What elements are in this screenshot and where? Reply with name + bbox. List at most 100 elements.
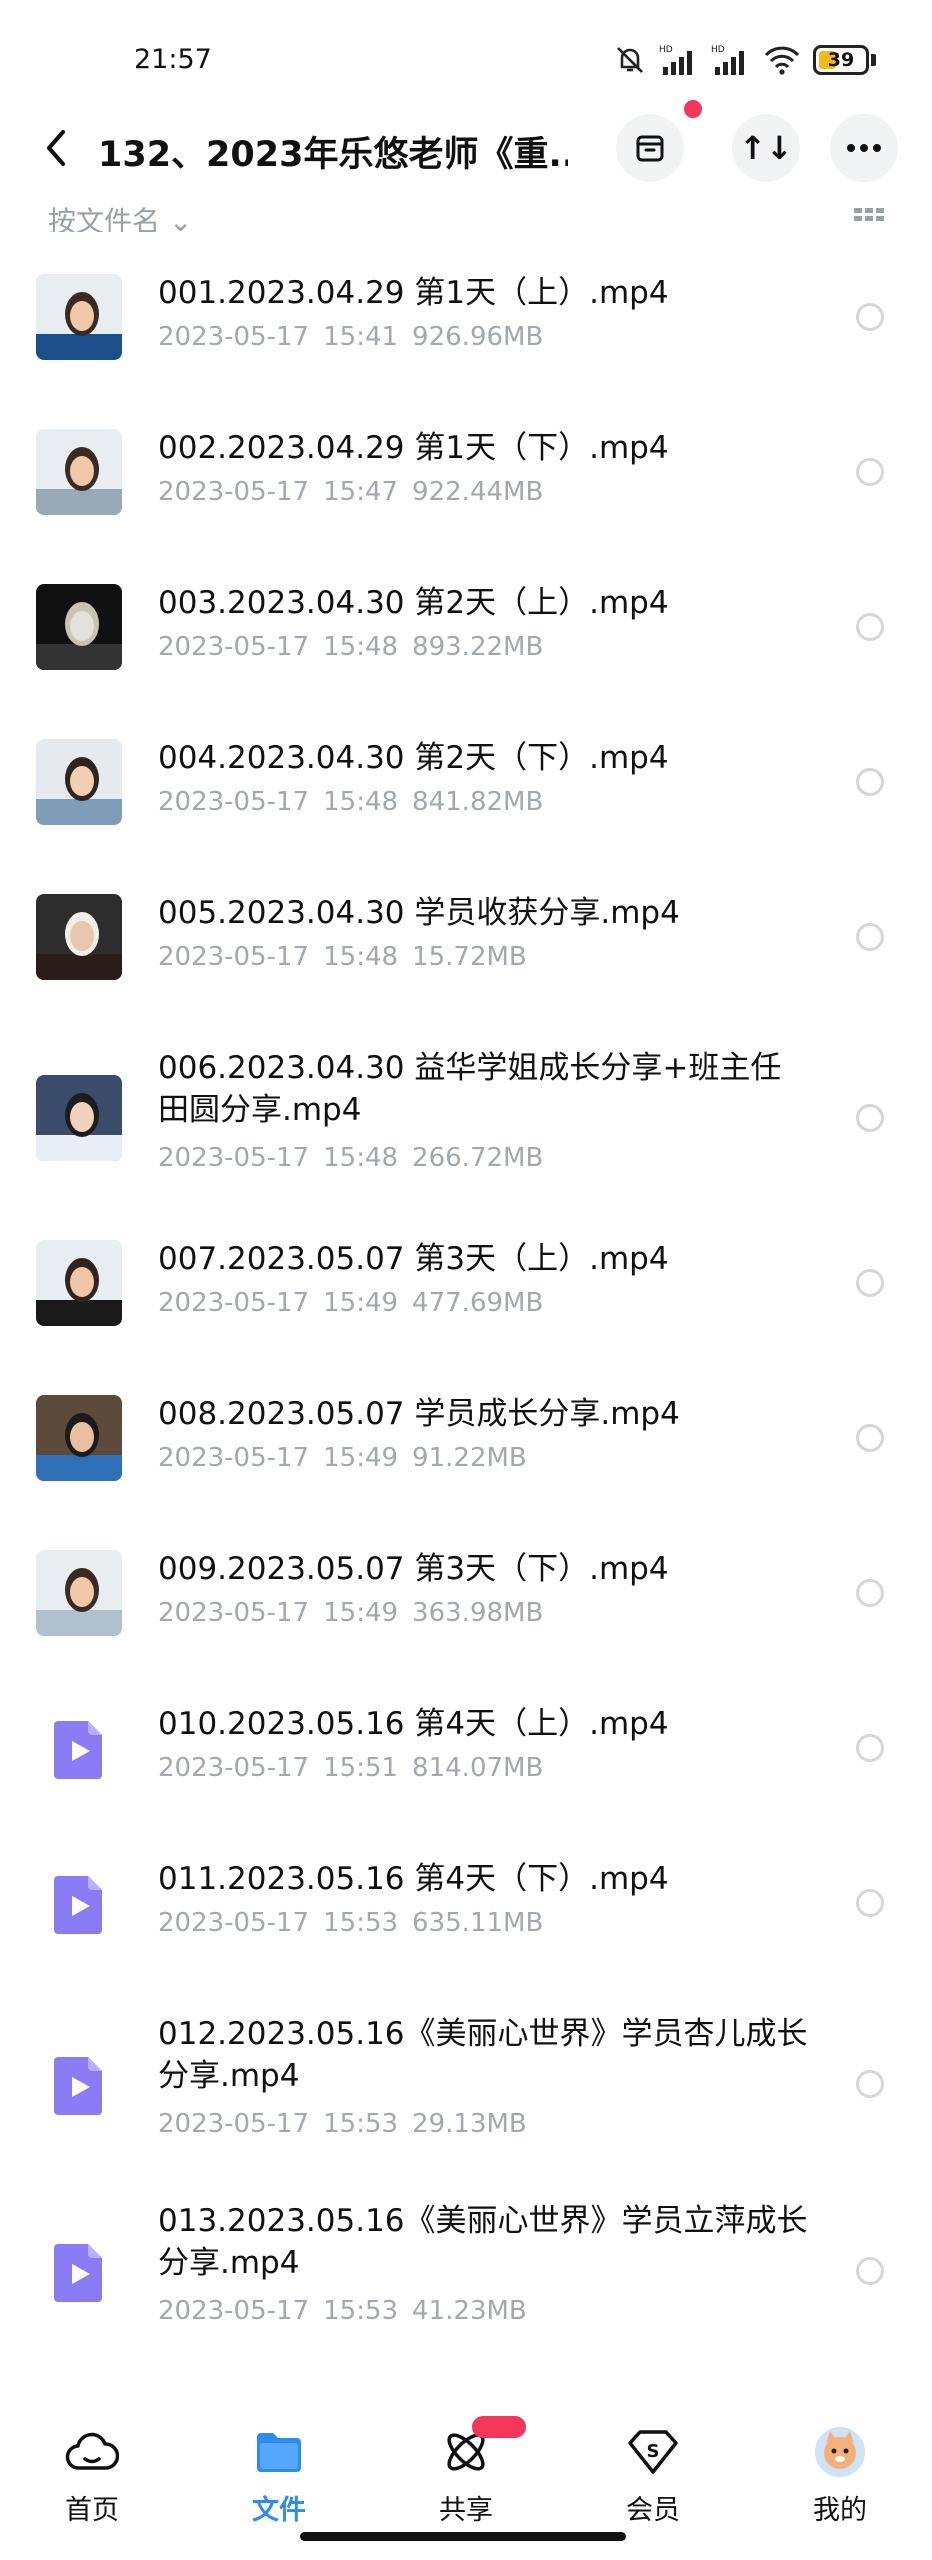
select-radio[interactable] xyxy=(856,1269,884,1297)
select-radio[interactable] xyxy=(856,613,884,641)
list-item[interactable]: 003.2023.04.30 第2天（上）.mp4 2023-05-17 15:48… xyxy=(0,560,932,715)
select-radio[interactable] xyxy=(856,923,884,951)
nav-label: 我的 xyxy=(813,2495,867,2526)
list-item[interactable]: 004.2023.04.30 第2天（下）.mp4 2023-05-17 15:48… xyxy=(0,715,932,870)
file-date: 2023-05-17 xyxy=(158,2109,310,2139)
select-radio[interactable] xyxy=(856,1734,884,1762)
battery-icon: 39 xyxy=(813,45,876,75)
file-size: 922.44MB xyxy=(412,477,544,507)
select-radio[interactable] xyxy=(856,2070,884,2098)
file-meta: 2023-05-17 15:53 29.13MB xyxy=(158,2109,527,2139)
status-bar: 21:57 HD HD 39 xyxy=(0,0,932,120)
back-button[interactable] xyxy=(30,122,82,174)
list-item[interactable]: 013.2023.05.16《美丽心世界》学员立萍成长分享.mp4 2023-05… xyxy=(0,2178,932,2364)
page-title: 132、2023年乐悠老师《重... xyxy=(98,135,568,175)
select-radio[interactable] xyxy=(856,1889,884,1917)
file-date: 2023-05-17 xyxy=(158,477,310,507)
file-name: 009.2023.05.07 第3天（下）.mp4 xyxy=(158,1551,669,1587)
nav-label: 首页 xyxy=(65,2495,119,2526)
video-thumbnail-image xyxy=(36,584,122,670)
file-name: 003.2023.04.30 第2天（上）.mp4 xyxy=(158,585,669,621)
file-meta: 2023-05-17 15:49 477.69MB xyxy=(158,1288,543,1318)
file-name: 006.2023.04.30 益华学姐成长分享+班主任田圆分享.mp4 xyxy=(158,1050,782,1128)
file-name: 001.2023.04.29 第1天（上）.mp4 xyxy=(158,275,669,311)
file-size: 635.11MB xyxy=(412,1908,544,1938)
header: 132、2023年乐悠老师《重... ↑↓ xyxy=(0,110,932,190)
file-time: 15:53 xyxy=(323,1908,399,1938)
file-meta: 2023-05-17 15:41 926.96MB xyxy=(158,322,543,352)
nav-vip[interactable]: S 会员 xyxy=(593,2424,713,2527)
share-badge xyxy=(472,2416,526,2438)
nav-me[interactable]: 我的 xyxy=(780,2424,900,2527)
video-file-icon xyxy=(36,1860,122,1946)
video-thumbnail-image xyxy=(36,894,122,980)
file-name: 013.2023.05.16《美丽心世界》学员立萍成长分享.mp4 xyxy=(158,2203,808,2281)
video-thumbnail-image xyxy=(36,1240,122,1326)
archive-icon xyxy=(636,135,664,162)
status-time: 21:57 xyxy=(134,44,212,75)
cloud-home-icon xyxy=(62,2424,122,2480)
archive-button[interactable] xyxy=(616,114,684,182)
select-radio[interactable] xyxy=(856,458,884,486)
file-size: 15.72MB xyxy=(412,942,527,972)
file-meta: 2023-05-17 15:48 841.82MB xyxy=(158,787,543,817)
list-item[interactable]: 001.2023.04.29 第1天（上）.mp4 2023-05-17 15:41… xyxy=(0,250,932,405)
video-thumbnail-image xyxy=(36,429,122,515)
list-item[interactable]: 002.2023.04.29 第1天（下）.mp4 2023-05-17 15:47… xyxy=(0,405,932,560)
list-item[interactable]: 008.2023.05.07 学员成长分享.mp4 2023-05-17 15:49… xyxy=(0,1371,932,1526)
select-radio[interactable] xyxy=(856,2257,884,2285)
video-file-icon xyxy=(36,2228,122,2314)
sort-by-name-dropdown[interactable]: 按文件名 ⌄ xyxy=(48,200,192,232)
video-thumbnail-image xyxy=(36,739,122,825)
file-time: 15:48 xyxy=(323,632,399,662)
file-date: 2023-05-17 xyxy=(158,787,310,817)
svg-text:HD: HD xyxy=(659,45,673,55)
sort-button[interactable]: ↑↓ xyxy=(732,114,800,182)
more-button[interactable] xyxy=(830,114,898,182)
select-radio[interactable] xyxy=(856,768,884,796)
file-size: 814.07MB xyxy=(412,1753,544,1783)
file-size: 926.96MB xyxy=(412,322,544,352)
video-file-icon xyxy=(36,1705,122,1791)
video-thumbnail-image xyxy=(36,1395,122,1481)
file-date: 2023-05-17 xyxy=(158,1443,310,1473)
file-time: 15:51 xyxy=(323,1753,399,1783)
more-icon xyxy=(847,144,881,152)
list-item[interactable]: 011.2023.05.16 第4天（下）.mp4 2023-05-17 15:53… xyxy=(0,1836,932,1991)
file-date: 2023-05-17 xyxy=(158,322,310,352)
select-radio[interactable] xyxy=(856,1424,884,1452)
vip-diamond-icon: S xyxy=(623,2424,683,2480)
select-radio[interactable] xyxy=(856,303,884,331)
file-time: 15:53 xyxy=(323,2109,399,2139)
file-meta: 2023-05-17 15:53 41.23MB xyxy=(158,2296,527,2326)
svg-text:S: S xyxy=(647,2441,660,2462)
grid-view-icon[interactable] xyxy=(854,208,884,222)
nav-share[interactable]: 共享 xyxy=(406,2416,526,2527)
list-item[interactable]: 007.2023.05.07 第3天（上）.mp4 2023-05-17 15:49… xyxy=(0,1216,932,1371)
sort-icon: ↑↓ xyxy=(739,129,793,167)
file-name: 011.2023.05.16 第4天（下）.mp4 xyxy=(158,1861,669,1897)
nav-label: 文件 xyxy=(252,2495,306,2526)
list-item[interactable]: 005.2023.04.30 学员收获分享.mp4 2023-05-17 15:48… xyxy=(0,870,932,1025)
notification-dot xyxy=(684,100,702,118)
list-item[interactable]: 010.2023.05.16 第4天（上）.mp4 2023-05-17 15:51… xyxy=(0,1681,932,1836)
list-item[interactable]: 006.2023.04.30 益华学姐成长分享+班主任田圆分享.mp4 2023-… xyxy=(0,1025,932,1211)
folder-icon xyxy=(249,2424,309,2480)
file-time: 15:53 xyxy=(323,2296,399,2326)
file-meta: 2023-05-17 15:48 15.72MB xyxy=(158,942,527,972)
list-item[interactable]: 012.2023.05.16《美丽心世界》学员杏儿成长分享.mp4 2023-05… xyxy=(0,1991,932,2177)
wifi-icon xyxy=(763,43,801,77)
chevron-left-icon xyxy=(47,130,65,166)
video-file-icon xyxy=(36,2041,122,2127)
nav-files[interactable]: 文件 xyxy=(219,2424,339,2527)
file-time: 15:49 xyxy=(323,1598,399,1628)
file-size: 841.82MB xyxy=(412,787,544,817)
nav-home[interactable]: 首页 xyxy=(32,2424,152,2527)
file-time: 15:48 xyxy=(323,787,399,817)
select-radio[interactable] xyxy=(856,1104,884,1132)
list-item[interactable]: 009.2023.05.07 第3天（下）.mp4 2023-05-17 15:49… xyxy=(0,1526,932,1681)
select-radio[interactable] xyxy=(856,1579,884,1607)
file-date: 2023-05-17 xyxy=(158,1753,310,1783)
svg-text:HD: HD xyxy=(711,45,725,55)
file-name: 012.2023.05.16《美丽心世界》学员杏儿成长分享.mp4 xyxy=(158,2016,808,2094)
